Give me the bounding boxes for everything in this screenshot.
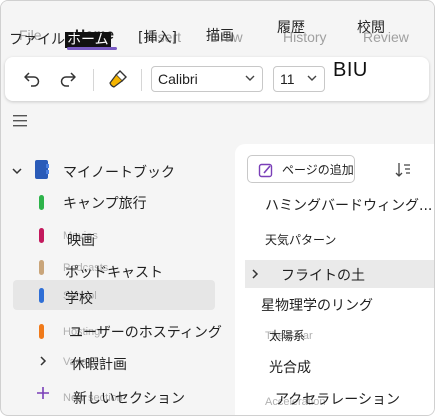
page-item[interactable]: 天気パターン: [245, 226, 434, 254]
chevron-down-icon: [245, 75, 255, 81]
section-color-tab: [39, 288, 44, 303]
section-item-selected[interactable]: School 学校: [1, 280, 233, 310]
tab-file-label: ファイル: [9, 32, 65, 48]
chevron-right-icon: [40, 356, 47, 366]
tab-review-label: 校閲: [357, 20, 385, 36]
page-label: 星物理学のリング: [261, 298, 373, 314]
section-item[interactable]: Podcasts ポッドキャスト: [1, 252, 233, 282]
section-item[interactable]: Movies 映画: [1, 220, 233, 250]
tab-home[interactable]: Home ホーム: [65, 26, 114, 49]
page-item[interactable]: The Solar 太陽系: [245, 322, 434, 350]
undo-icon: [24, 72, 40, 87]
section-item[interactable]: キャンプ旅行: [1, 187, 233, 217]
plus-icon: [37, 387, 49, 399]
pages-panel: ページの追加 ハミングバードウィング... 天気パターン フライトの土 星物理学…: [235, 144, 434, 415]
bold-italic-underline-buttons[interactable]: BIU: [333, 59, 368, 82]
notebook-header[interactable]: マイノートブック: [1, 156, 233, 186]
page-item[interactable]: 光合成: [245, 352, 434, 380]
tab-review[interactable]: Review 校閲: [357, 17, 409, 45]
tab-insert[interactable]: Insert [挿入]: [138, 27, 181, 47]
format-painter-button[interactable]: [103, 65, 133, 93]
page-item[interactable]: 星物理学のリング: [245, 290, 434, 318]
section-label: キャンプ旅行: [63, 196, 147, 212]
ribbon-tabs: File ファイル Home ホーム Insert [挿入] Draw 描画 H…: [1, 1, 434, 55]
notebook-title: マイノートブック: [63, 165, 175, 181]
redo-button[interactable]: [53, 65, 83, 93]
page-label: フライトの土: [281, 268, 365, 284]
undo-button[interactable]: [17, 65, 47, 93]
page-item[interactable]: Acceleration アクセラレーション: [245, 384, 434, 412]
section-color-tab: [39, 324, 44, 339]
section-label: ユーザーのホスティング: [69, 325, 222, 341]
section-label: ポッドキャスト: [65, 265, 163, 281]
notebook-icon: [35, 160, 49, 179]
add-page-button[interactable]: ページの追加: [247, 155, 355, 183]
section-label: 映画: [67, 233, 95, 249]
page-label: 光合成: [269, 360, 311, 376]
tab-file[interactable]: File ファイル: [9, 27, 65, 49]
font-size-select[interactable]: 11: [273, 66, 325, 92]
page-label: 天気パターン: [265, 233, 337, 247]
hamburger-menu-icon[interactable]: [11, 113, 31, 129]
section-color-tab: [39, 195, 44, 210]
page-item[interactable]: ハミングバードウィング...: [245, 190, 434, 218]
tab-history[interactable]: History 履歴: [277, 17, 327, 45]
toolbar-separator: [93, 69, 94, 91]
tab-draw-label: 描画: [206, 28, 234, 44]
section-color-tab: [39, 228, 44, 243]
page-item-selected[interactable]: フライトの土: [245, 260, 434, 288]
tab-draw[interactable]: Draw 描画: [206, 25, 243, 45]
redo-icon: [60, 72, 76, 87]
chevron-down-icon: [12, 168, 22, 175]
section-label: 学校: [65, 291, 93, 307]
active-tab-indicator: [67, 47, 117, 50]
new-section-label: 新しいセクション: [73, 391, 185, 407]
chevron-right-icon: [252, 269, 259, 279]
page-label: ハミングバードウィング...: [265, 198, 433, 214]
notebook-panel: マイノートブック キャンプ旅行 Movies 映画 Podcasts ポッドキャ…: [1, 146, 233, 415]
section-group[interactable]: Vacation 休暇計画: [1, 346, 233, 376]
sort-icon[interactable]: [395, 161, 411, 179]
tab-insert-label: [挿入]: [138, 30, 177, 46]
chevron-down-icon: [307, 75, 317, 81]
font-name-value: Calibri: [158, 71, 198, 87]
onenote-window: File ファイル Home ホーム Insert [挿入] Draw 描画 H…: [0, 0, 435, 416]
new-section-button[interactable]: New section 新しいセクション: [1, 380, 233, 410]
font-name-select[interactable]: Calibri: [151, 66, 263, 92]
page-label: アクセラレーション: [275, 392, 401, 408]
section-item[interactable]: Hosting ユーザーのホスティング: [1, 316, 233, 346]
format-painter-icon: [109, 70, 127, 88]
font-size-value: 11: [280, 71, 295, 87]
page-label: 太陽系: [269, 329, 306, 343]
tab-home-label: ホーム: [65, 32, 111, 48]
section-group-label: 休暇計画: [71, 357, 127, 373]
tab-history-label: 履歴: [277, 20, 305, 36]
add-page-icon: [258, 163, 273, 178]
add-page-label: ページの追加: [282, 163, 354, 177]
toolbar-separator: [141, 69, 142, 91]
section-color-tab: [39, 260, 44, 275]
